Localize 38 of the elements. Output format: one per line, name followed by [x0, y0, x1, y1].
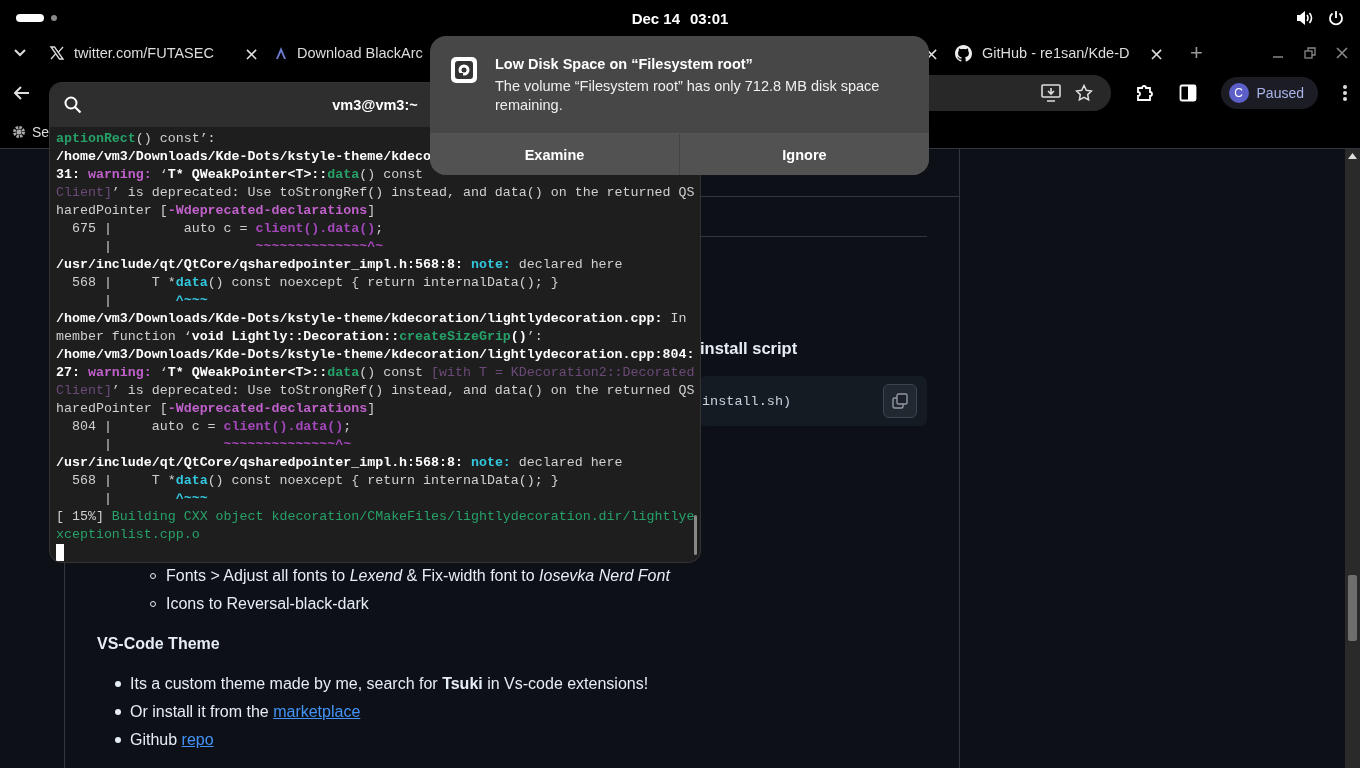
list-item-text: Its a custom theme made by me, search for Tsuki in Vs-code extensions!	[130, 675, 649, 693]
list-item-text: Github repo	[130, 731, 214, 749]
list-item-text: Fonts > Adjust all fonts to Lexend & Fix-width font to Iosevka Nerd Font	[166, 567, 670, 585]
terminal-line: 568 | T *data() const noexcept { return internalData(); }	[70, 472, 559, 490]
terminal-line: haredPointer [-Wdeprecated-declarations]	[56, 400, 376, 418]
section-heading: install script	[700, 339, 799, 358]
list-item-text: Or install it from the marketplace	[130, 703, 361, 721]
code-text: install.sh)	[702, 393, 792, 409]
window-title: vm3@vm3:~	[332, 97, 418, 113]
terminal-line: 804 | auto c = client().data();	[70, 418, 352, 436]
terminal-line: /home/vm3/Downloads/Kde-Dots/kstyle-theme/kdeco	[56, 148, 432, 166]
terminal-line: xceptionlist.cpp.o	[56, 526, 200, 544]
terminal-line: /home/vm3/Downloads/Kde-Dots/kstyle-theme/kdecoration/lightlydecoration.cpp: In	[56, 310, 687, 328]
terminal-line: 27: warning: ‘T* QWeakPointer<T>::data() const [with T = KDecoration2::Decorated	[56, 364, 695, 382]
terminal-line: aptionRect() const’:	[56, 130, 216, 148]
terminal-line: 31: warning: ‘T* QWeakPointer<T>::data() const	[56, 166, 424, 184]
terminal-line: | ~~~~~~~~~~~~~~^~	[102, 238, 384, 256]
terminal-line: Client]’ is deprecated: Use toStrongRef() instead, and data() on the returned QS	[56, 382, 695, 400]
terminal-line: member function ‘void Lightly::Decoration::createSizeGrip()’:	[56, 328, 543, 346]
notification-title: Low Disk Space on “Filesystem root”	[495, 56, 754, 72]
terminal-line: | ^~~~	[102, 292, 208, 310]
terminal-line: /home/vm3/Downloads/Kde-Dots/kstyle-theme/kdecoration/lightlydecoration.cpp:804:	[56, 346, 695, 364]
terminal-line: 675 | auto c = client().data();	[70, 220, 384, 238]
bookmark-label: Se	[32, 124, 50, 140]
terminal-line: haredPointer [-Wdeprecated-declarations]	[56, 202, 376, 220]
terminal-line: /usr/include/qt/QtCore/qsharedpointer_impl.h:568:8: note: declared here	[56, 256, 623, 274]
tab-title: Download BlackArc	[297, 45, 424, 61]
tab-title: GitHub - re1san/Kde-D	[982, 45, 1131, 61]
terminal-line: [ 15%] Building CXX object kdecoration/CMakeFiles/lightlydecoration.dir/lightlye	[56, 508, 695, 526]
tab-title: twitter.com/FUTASEC	[74, 45, 215, 61]
terminal-line: 568 | T *data() const noexcept { return internalData(); }	[70, 274, 559, 292]
terminal-line: | ^~~~	[102, 490, 208, 508]
terminal-line: | ~~~~~~~~~~~~~~^~	[102, 436, 352, 454]
terminal-line: Client]’ is deprecated: Use toStrongRef() instead, and data() on the returned QS	[56, 184, 695, 202]
list-item-text: Icons to Reversal-black-dark	[166, 595, 369, 613]
terminal-line: /usr/include/qt/QtCore/qsharedpointer_impl.h:568:8: note: declared here	[56, 454, 623, 472]
notification-body: The volume “Filesystem root” has only 712.8 MB disk space remaining.	[495, 77, 881, 115]
section-title: VS-Code Theme	[97, 634, 221, 654]
